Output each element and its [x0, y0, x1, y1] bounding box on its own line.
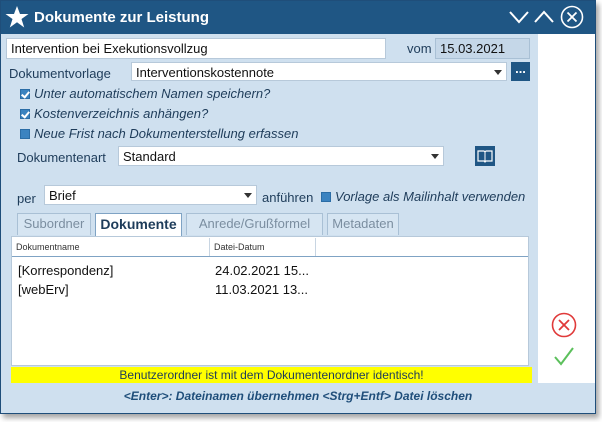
- keyboard-hint: <Enter>: Dateinamen übernehmen <Strg+Ent…: [123, 389, 473, 403]
- tab-anrede[interactable]: Anrede/Grußformel: [186, 213, 323, 235]
- date-field: 15.03.2021: [435, 38, 530, 59]
- cost-list-label[interactable]: Kostenverzeichnis anhängen?: [34, 106, 208, 121]
- dropdown-arrow-icon: [494, 70, 502, 75]
- book-icon[interactable]: [475, 146, 495, 166]
- cost-list-checkbox[interactable]: [20, 109, 30, 119]
- row-name: [Korrespondenz]: [18, 263, 114, 278]
- auto-name-label[interactable]: Unter automatischem Namen speichern?: [34, 86, 270, 101]
- window-title: Dokumente zur Leistung: [34, 9, 210, 26]
- dropdown-arrow-icon: [244, 193, 252, 198]
- per-label: per: [17, 191, 36, 206]
- column-header-name[interactable]: Dokumentname: [16, 242, 80, 252]
- dropdown-arrow-icon: [431, 154, 439, 159]
- star-icon: [5, 6, 29, 28]
- doctype-select[interactable]: Standard: [118, 146, 444, 166]
- list-header: Dokumentname Datei-Datum: [12, 237, 528, 257]
- chevron-up-icon[interactable]: [533, 6, 555, 28]
- warning-banner: Benutzerordner ist mit dem Dokumentenord…: [11, 367, 532, 383]
- template-label: Dokumentvorlage: [9, 66, 111, 81]
- tab-dokumente[interactable]: Dokumente: [95, 213, 182, 236]
- tab-subordner[interactable]: Subordner: [17, 213, 91, 235]
- row-date: 24.02.2021 15...: [215, 263, 309, 278]
- cancel-icon[interactable]: [551, 312, 577, 338]
- mail-content-checkbox[interactable]: [321, 192, 331, 202]
- doctype-label: Dokumentenart: [17, 150, 106, 165]
- row-name: [webErv]: [18, 282, 69, 297]
- column-divider: [209, 238, 210, 256]
- mail-content-label[interactable]: Vorlage als Mailinhalt verwenden: [335, 189, 525, 204]
- tab-metadaten[interactable]: Metadaten: [327, 213, 399, 235]
- dialog-window: Dokumente zur Leistung Intervention bei …: [0, 0, 596, 414]
- per-select[interactable]: Brief: [44, 185, 257, 205]
- column-header-date[interactable]: Datei-Datum: [214, 242, 265, 252]
- new-deadline-checkbox[interactable]: [20, 129, 30, 139]
- chevron-down-icon[interactable]: [508, 6, 530, 28]
- checkmark-icon[interactable]: [553, 345, 575, 367]
- date-label: vom: [407, 41, 432, 56]
- auto-name-checkbox[interactable]: [20, 89, 30, 99]
- row-date: 11.03.2021 13...: [215, 282, 309, 297]
- close-circle-icon[interactable]: [560, 5, 584, 29]
- document-list[interactable]: Dokumentname Datei-Datum [Korrespondenz]…: [11, 236, 529, 366]
- column-divider: [315, 238, 316, 256]
- new-deadline-label[interactable]: Neue Frist nach Dokumenterstellung erfas…: [34, 126, 298, 141]
- browse-button[interactable]: ...: [511, 62, 530, 81]
- subject-field[interactable]: Intervention bei Exekutionsvollzug: [6, 38, 386, 59]
- template-select[interactable]: Interventionskostennote: [131, 62, 507, 81]
- doctype-select-value: Standard: [123, 149, 176, 164]
- per-select-value: Brief: [49, 188, 76, 203]
- template-select-value: Interventionskostennote: [136, 65, 275, 80]
- title-bar[interactable]: Dokumente zur Leistung: [1, 1, 595, 34]
- per-suffix-label: anführen: [262, 190, 314, 205]
